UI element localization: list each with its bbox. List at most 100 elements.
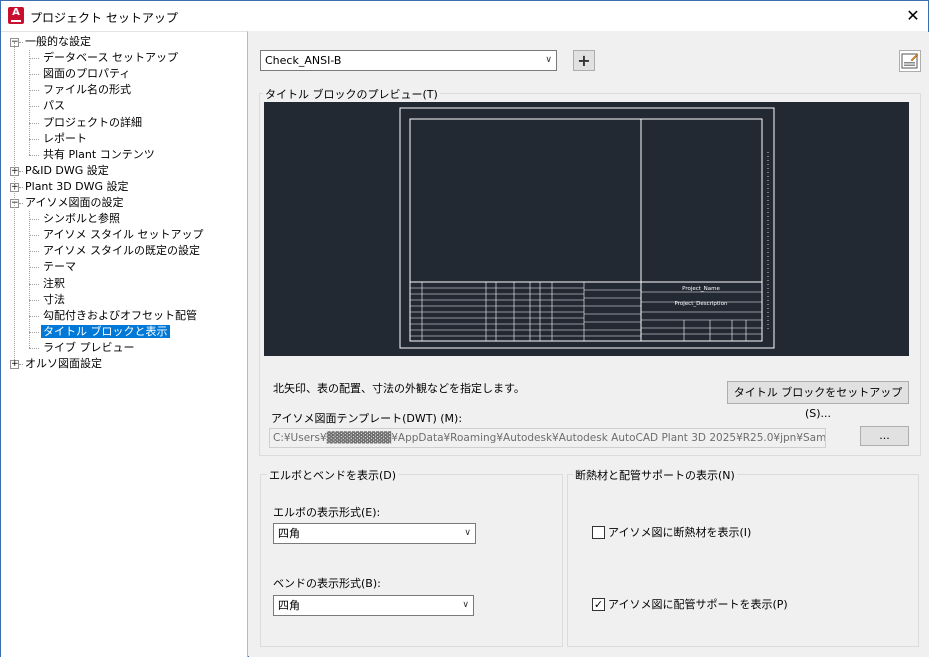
- tree-node-label: 一般的な設定: [25, 35, 91, 48]
- show-support-label[interactable]: アイソメ図に配管サポートを表示(P): [608, 596, 788, 612]
- tree-node-general[interactable]: 一般的な設定: [23, 34, 93, 50]
- elbow-format-value: 四角: [278, 527, 300, 540]
- tree-connector: [19, 42, 23, 43]
- tree-node-iso-item[interactable]: 注釈: [41, 276, 67, 292]
- tree-connector: [29, 251, 39, 253]
- tree-node-label: テーマ: [43, 260, 76, 274]
- tree-connector: [29, 90, 39, 92]
- insulation-support-group: [567, 474, 919, 647]
- tree-connector: [19, 364, 23, 365]
- tree-connector: [29, 154, 39, 156]
- tree-node-label: ファイル名の形式: [43, 83, 131, 97]
- tree-node-iso-item[interactable]: アイソメ スタイル セットアップ: [41, 227, 205, 243]
- tree-connector: [29, 219, 39, 221]
- tree-connector: [29, 235, 39, 237]
- tree-connector: [29, 138, 39, 140]
- tree-node-label: アイソメ スタイル セットアップ: [43, 228, 204, 242]
- tree-node-label: データベース セットアップ: [43, 51, 178, 65]
- tree-node-general-item[interactable]: ファイル名の形式: [41, 82, 133, 98]
- tree-connector: [19, 203, 23, 204]
- template-path-field[interactable]: C:¥Users¥▓▓▓▓▓▓▓▓¥AppData¥Roaming¥Autode…: [269, 428, 826, 448]
- iso-style-select-value: Check_ANSI-B: [265, 54, 342, 67]
- tree-node-label: 勾配付きおよびオフセット配管: [43, 308, 197, 322]
- settings-tree-pane[interactable]: 一般的な設定 − データベース セットアップ 図面のプロパティ ファイル名の形式 パス プロ…: [1, 31, 248, 657]
- tree-node-iso-item[interactable]: テーマ: [41, 259, 78, 275]
- tree-node-label: アイソメ図面の設定: [25, 196, 124, 209]
- tree-connector: [29, 347, 39, 349]
- tree-node-iso-item[interactable]: タイトル ブロックと表示: [41, 324, 170, 340]
- checkmark-icon: ✓: [593, 598, 604, 611]
- show-insulation-checkbox[interactable]: [592, 526, 605, 539]
- elbow-bend-group-title: エルボとベンドを表示(D): [267, 467, 399, 483]
- tree-node-general-item[interactable]: 共有 Plant コンテンツ: [41, 147, 157, 163]
- tree-node-ortho[interactable]: オルソ図面設定: [23, 356, 104, 372]
- chevron-down-icon: ∨: [464, 528, 471, 538]
- tree-node-label: Plant 3D DWG 設定: [25, 179, 129, 193]
- elbow-format-label: エルボの表示形式(E):: [273, 506, 381, 519]
- tree-node-general-item[interactable]: プロジェクトの詳細: [41, 115, 144, 131]
- expand-icon[interactable]: +: [10, 360, 19, 369]
- template-label: アイソメ図面テンプレート(DWT) (M):: [271, 412, 463, 425]
- tree-node-iso-item[interactable]: 寸法: [41, 292, 67, 308]
- tree-node-plant3d[interactable]: Plant 3D DWG 設定: [23, 179, 131, 195]
- tree-node-label: パス: [43, 99, 65, 113]
- titleblock-project-name: Project_Name: [682, 286, 720, 292]
- tree-node-general-item[interactable]: レポート: [41, 131, 89, 147]
- tree-node-label: 共有 Plant コンテンツ: [43, 147, 155, 161]
- tree-connector: [19, 170, 23, 172]
- close-icon[interactable]: ✕: [898, 1, 928, 31]
- tree-node-label: 注釈: [43, 276, 65, 290]
- edit-titleblock-icon[interactable]: [899, 50, 921, 72]
- tree-node-label: オルソ図面設定: [25, 357, 102, 370]
- browse-template-button[interactable]: ...: [860, 426, 909, 446]
- autocad-app-icon: A: [8, 7, 24, 24]
- tree-connector: [29, 299, 39, 301]
- tree-node-general-item[interactable]: パス: [41, 98, 67, 114]
- tree-node-label: 図面のプロパティ: [43, 67, 131, 81]
- settings-content: Check_ANSI-B ∨ + タイトル ブロックのプレビュー(T) Proj…: [249, 32, 929, 657]
- tree-node-label: レポート: [43, 131, 87, 145]
- tree-node-iso-item[interactable]: ライブ プレビュー: [41, 340, 137, 356]
- tree-connector: [14, 42, 15, 360]
- tree-node-iso[interactable]: アイソメ図面の設定: [23, 195, 125, 211]
- elbow-format-select[interactable]: 四角 ∨: [273, 523, 476, 544]
- bend-format-value: 四角: [278, 599, 300, 612]
- tree-connector: [29, 211, 30, 348]
- project-setup-dialog: A プロジェクト セットアップ ✕ 一般的な設定 − データベース セットアップ 図面…: [0, 0, 929, 657]
- titleblock-project-description: Project_Description: [675, 301, 728, 307]
- title-bar: A プロジェクト セットアップ ✕: [1, 1, 928, 31]
- tree-connector: [29, 315, 39, 317]
- iso-style-select[interactable]: Check_ANSI-B ∨: [260, 50, 557, 71]
- add-style-button[interactable]: +: [573, 50, 595, 71]
- tree-node-label: タイトル ブロックと表示: [41, 324, 170, 338]
- tree-connector: [29, 74, 39, 76]
- elbow-bend-group: [260, 474, 563, 647]
- chevron-down-icon: ∨: [545, 55, 552, 65]
- tree-connector: [29, 122, 39, 124]
- bend-format-label: ベンドの表示形式(B):: [273, 577, 381, 590]
- setup-titleblock-button[interactable]: タイトル ブロックをセットアップ(S)...: [727, 381, 909, 420]
- tree-node-iso-item[interactable]: 勾配付きおよびオフセット配管: [41, 308, 199, 324]
- tree-connector: [19, 186, 23, 188]
- tree-node-iso-item[interactable]: アイソメ スタイルの既定の設定: [41, 243, 202, 259]
- tree-connector: [29, 50, 30, 155]
- description-text: 北矢印、表の配置、寸法の外観などを指定します。: [273, 382, 525, 395]
- tree-connector: [29, 331, 39, 333]
- tree-node-iso-item[interactable]: シンボルと参照: [41, 211, 122, 227]
- tree-node-label: P&ID DWG 設定: [25, 163, 109, 177]
- show-support-checkbox[interactable]: ✓: [592, 598, 605, 611]
- show-insulation-label[interactable]: アイソメ図に断熱材を表示(I): [608, 524, 751, 540]
- tree-node-general-item[interactable]: データベース セットアップ: [41, 50, 180, 66]
- titleblock-drawing: Project_Name Project_Description: [399, 107, 775, 349]
- tree-node-label: 寸法: [43, 292, 65, 306]
- tree-node-label: シンボルと参照: [43, 212, 120, 226]
- tree-node-general-item[interactable]: 図面のプロパティ: [41, 66, 132, 82]
- tree-node-label: プロジェクトの詳細: [43, 115, 142, 129]
- tree-node-label: アイソメ スタイルの既定の設定: [43, 244, 200, 258]
- titleblock-preview-title: タイトル ブロックのプレビュー(T): [263, 86, 440, 102]
- bend-format-select[interactable]: 四角 ∨: [273, 595, 474, 616]
- window-title: プロジェクト セットアップ: [30, 11, 178, 25]
- tree-node-label: ライブ プレビュー: [43, 340, 135, 354]
- tree-connector: [29, 283, 39, 285]
- tree-node-pid[interactable]: P&ID DWG 設定: [23, 163, 111, 179]
